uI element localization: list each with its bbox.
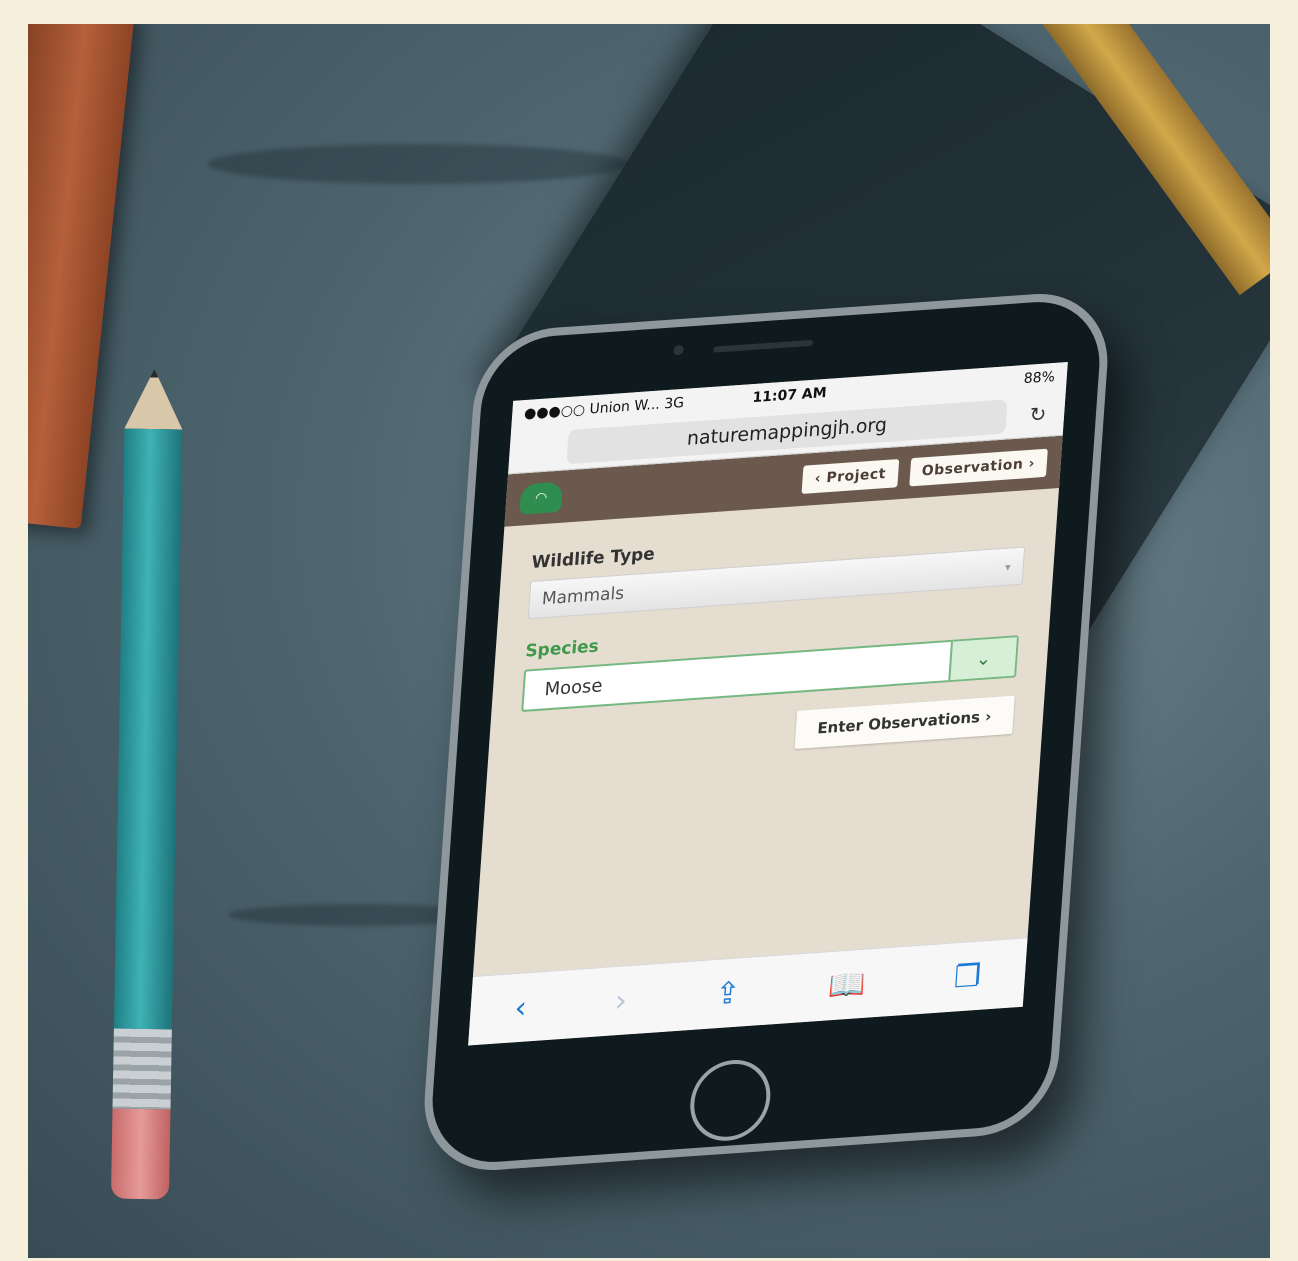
camera	[673, 344, 684, 356]
chevron-down-icon: ▾	[1004, 559, 1012, 574]
enter-observations-button[interactable]: Enter Observations ›	[794, 695, 1015, 750]
form-content: Wildlife Type Mammals ▾ Species Moose ⌄ …	[485, 488, 1059, 799]
chevron-right-icon: ›	[1028, 455, 1036, 473]
chevron-right-icon[interactable]: ›	[614, 983, 628, 1019]
chevron-left-icon[interactable]: ‹	[513, 990, 527, 1026]
observation-label: Observation	[921, 456, 1024, 480]
home-button[interactable]	[687, 1057, 774, 1144]
enter-observations-label: Enter Observations	[816, 707, 981, 738]
share-icon[interactable]: ⇪	[714, 975, 742, 1012]
project-button[interactable]: ‹ Project	[801, 459, 899, 494]
browser-toolbar: ‹ › ⇪ 📖 ❐	[468, 937, 1028, 1046]
reload-icon[interactable]: ↻	[1029, 402, 1047, 427]
photo-frame: ●●●○○ Union W... 3G 11:07 AM 88% naturem…	[28, 24, 1270, 1258]
project-label: Project	[825, 465, 887, 487]
chevron-right-icon: ›	[984, 707, 993, 726]
wildlife-type-value: Mammals	[541, 583, 625, 610]
wifi-cloud-icon[interactable]: ◠	[519, 481, 564, 515]
phone-device: ●●●○○ Union W... 3G 11:07 AM 88% naturem…	[419, 288, 1113, 1176]
chevron-down-icon[interactable]: ⌄	[948, 637, 1017, 681]
observation-button[interactable]: Observation ›	[908, 448, 1048, 487]
chevron-left-icon: ‹	[814, 470, 822, 488]
book-icon[interactable]: 📖	[827, 966, 867, 1004]
tabs-icon[interactable]: ❐	[953, 958, 982, 995]
phone-screen: ●●●○○ Union W... 3G 11:07 AM 88% naturem…	[468, 362, 1068, 1046]
speaker	[713, 339, 814, 353]
